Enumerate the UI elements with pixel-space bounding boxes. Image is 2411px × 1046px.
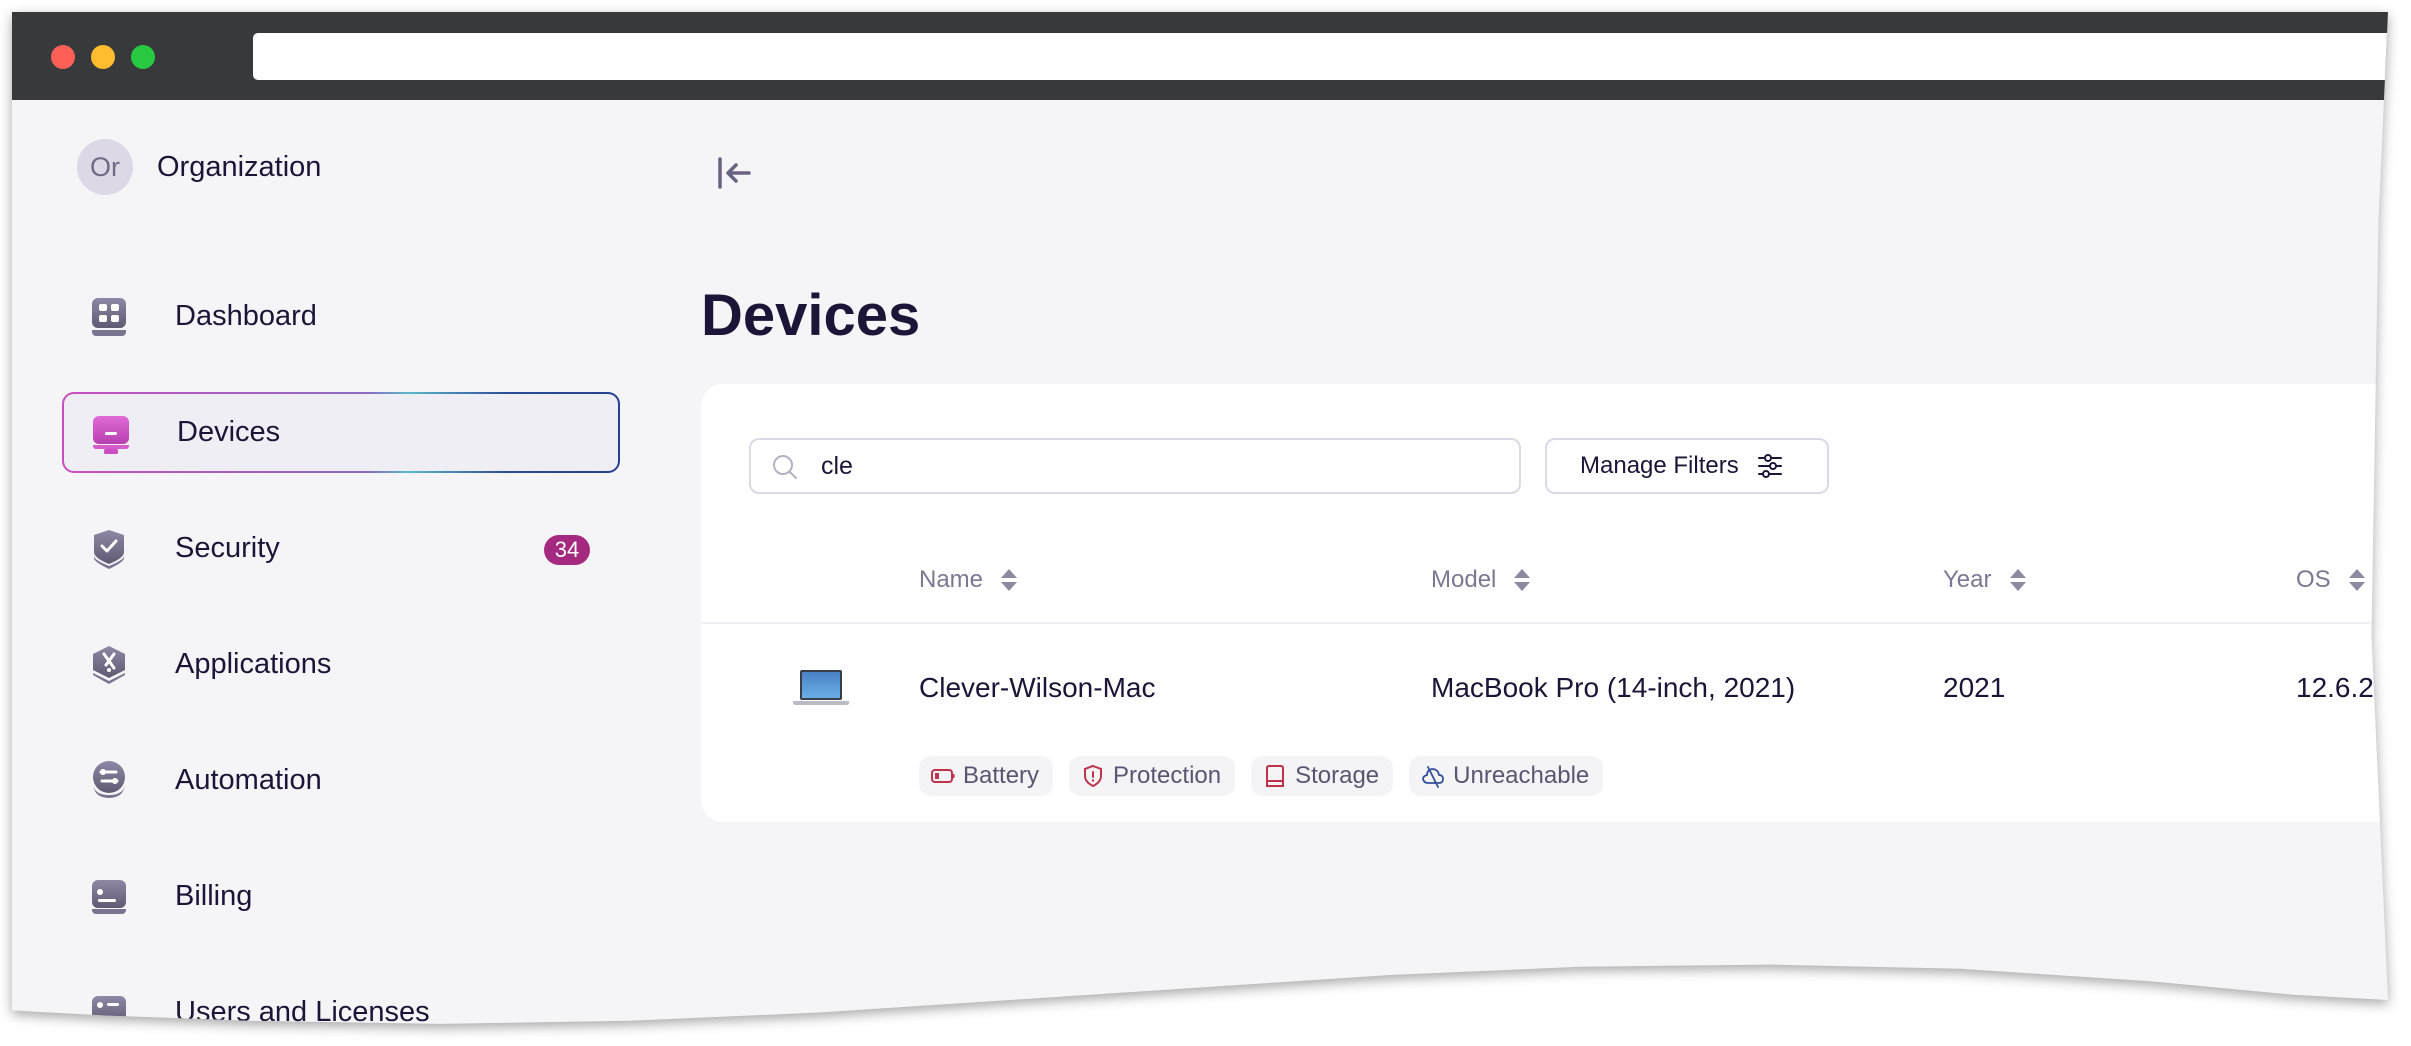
table-header-divider: [701, 622, 2388, 624]
device-model: MacBook Pro (14-inch, 2021): [1431, 672, 1796, 703]
column-header-name[interactable]: Name: [919, 566, 1019, 594]
sidebar-item-devices[interactable]: Devices: [62, 392, 620, 473]
search-field[interactable]: [749, 438, 1521, 494]
manage-filters-button[interactable]: Manage Filters: [1545, 438, 1829, 494]
devices-icon: [93, 416, 129, 454]
sidebar-item-label: Dashboard: [175, 300, 317, 332]
security-count-badge: 34: [544, 535, 590, 565]
tag-label: Unreachable: [1453, 762, 1590, 789]
tag-label: Battery: [963, 762, 1040, 789]
collapse-sidebar-icon[interactable]: [716, 156, 756, 190]
org-switcher[interactable]: Or Organization: [77, 139, 321, 195]
search-icon: [773, 455, 797, 479]
shield-check-icon: [94, 530, 124, 569]
column-header-label: Year: [1943, 566, 1992, 593]
org-avatar: Or: [77, 139, 133, 195]
sort-icon: [1001, 569, 1018, 591]
device-name[interactable]: Clever-Wilson-Mac: [919, 672, 1155, 704]
page-title: Devices: [701, 283, 921, 348]
org-name: Organization: [157, 150, 322, 183]
status-tag-protection[interactable]: Protection: [1069, 756, 1236, 796]
dashboard-icon: [92, 298, 126, 336]
sidebar-item-label: Automation: [175, 764, 322, 796]
column-header-os[interactable]: OS: [2296, 566, 2367, 594]
devices-card: Manage Filters Name Model Year OS: [701, 384, 2407, 822]
applications-icon: [93, 646, 125, 684]
column-header-label: Model: [1431, 566, 1497, 593]
search-input[interactable]: [821, 440, 1501, 492]
column-header-label: OS: [2296, 566, 2331, 593]
device-status-tags: Battery Protection Storage Unreachable: [919, 756, 1604, 796]
manage-filters-label: Manage Filters: [1580, 452, 1739, 479]
sidebar-item-dashboard[interactable]: Dashboard: [62, 276, 620, 357]
sidebar-item-label: Devices: [177, 416, 281, 448]
sort-icon: [1514, 569, 1531, 591]
storage-icon: [1266, 765, 1285, 787]
laptop-icon: [793, 670, 849, 705]
sidebar-item-applications[interactable]: Applications: [62, 624, 620, 705]
shield-alert-icon: [1084, 764, 1103, 788]
sidebar-item-label: Users and Licenses: [175, 996, 430, 1028]
device-os: 12.6.2 (2: [2296, 672, 2407, 703]
sidebar-item-label: Applications: [175, 648, 332, 680]
status-tag-battery[interactable]: Battery: [919, 756, 1054, 796]
sidebar-item-label: Security: [175, 532, 280, 564]
sidebar-item-users-and-licenses[interactable]: Users and Licenses: [62, 972, 620, 1028]
tag-label: Storage: [1295, 762, 1380, 789]
cloud-off-icon: [1422, 766, 1445, 788]
automation-icon: [93, 761, 125, 798]
status-tag-storage[interactable]: Storage: [1251, 756, 1394, 796]
column-header-model[interactable]: Model: [1431, 566, 1532, 594]
sidebar-item-automation[interactable]: Automation: [62, 740, 620, 821]
column-header-year[interactable]: Year: [1943, 566, 2028, 594]
browser-window: Or Organization Dashboard Devices Securi…: [12, 12, 2388, 1028]
window-shadow: Or Organization Dashboard Devices Securi…: [6, 6, 2388, 1046]
column-header-label: Name: [919, 566, 984, 593]
device-year: 2021: [1943, 672, 2006, 703]
sort-icon: [2009, 569, 2026, 591]
sidebar-item-billing[interactable]: Billing: [62, 856, 620, 937]
minimize-window-button[interactable]: [91, 45, 115, 69]
sidebar-item-security[interactable]: Security 34: [62, 508, 620, 589]
maximize-window-button[interactable]: [131, 45, 155, 69]
users-licenses-icon: [92, 996, 126, 1024]
title-bar: [12, 12, 2388, 100]
address-bar[interactable]: [253, 33, 2388, 80]
tag-label: Protection: [1113, 762, 1222, 789]
close-window-button[interactable]: [51, 45, 75, 69]
status-tag-unreachable[interactable]: Unreachable: [1409, 756, 1604, 796]
sidebar-item-label: Billing: [175, 880, 253, 912]
billing-icon: [92, 880, 126, 914]
filter-sliders-icon: [1757, 454, 1782, 478]
sort-icon: [2348, 569, 2365, 591]
battery-low-icon: [931, 769, 955, 783]
